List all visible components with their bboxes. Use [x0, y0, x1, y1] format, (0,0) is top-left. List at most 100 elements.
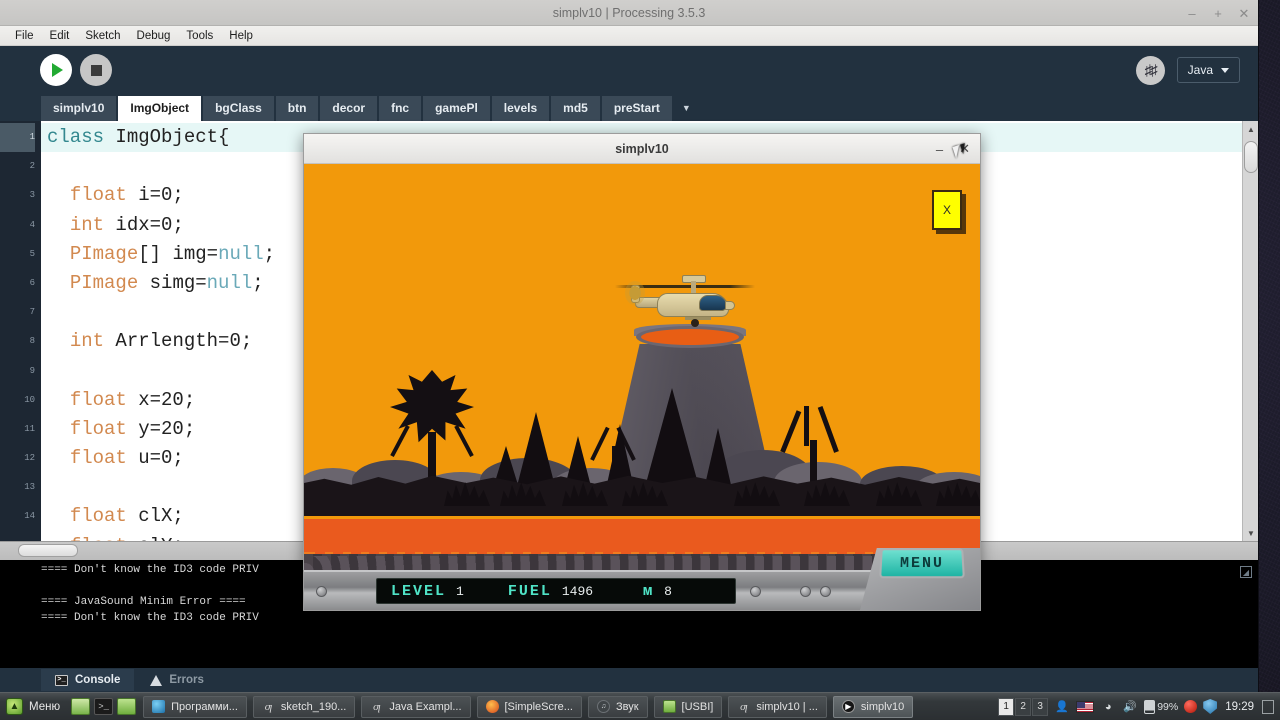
taskbar-item-label: Java Exampl... [389, 700, 462, 713]
terminal-icon[interactable]: >_ [94, 698, 114, 715]
taskbar-item-simplescreen[interactable]: [SimpleScre... [476, 695, 582, 718]
canvas-close-button[interactable]: X [932, 190, 962, 230]
stop-button[interactable] [80, 54, 112, 86]
tab-bgclass[interactable]: bgClass [203, 96, 274, 121]
minimize-icon[interactable]: – [1186, 7, 1198, 20]
taskbar-item-programs[interactable]: Программи... [143, 695, 247, 718]
taskbar-item-label: Звук [615, 700, 639, 713]
taskbar-item-label: simplv10 | ... [756, 700, 818, 713]
ide-title-bar[interactable]: simplv10 | Processing 3.5.3 – + ✕ [0, 0, 1258, 26]
code-token: class [47, 126, 116, 148]
record-icon[interactable] [1184, 700, 1198, 713]
landing-wheel [691, 319, 699, 327]
run-button[interactable] [40, 54, 72, 86]
debugger-icon[interactable]: ♯♯ [1135, 55, 1165, 85]
workspace-2[interactable]: 2 [1015, 697, 1032, 716]
menu-file[interactable]: File [8, 28, 41, 44]
console-tab-bar: >_ Console Errors [0, 668, 1258, 692]
line-number: 6 [29, 277, 35, 288]
vertical-scroll-thumb[interactable] [1244, 141, 1258, 173]
line-number: 4 [29, 219, 35, 230]
console-tab[interactable]: >_ Console [41, 669, 135, 691]
resize-grip-icon[interactable]: ◢ [1240, 566, 1252, 578]
workspace-1[interactable]: 1 [998, 697, 1015, 716]
scroll-up-icon[interactable]: ▲ [1243, 121, 1259, 137]
shield-icon[interactable] [1203, 699, 1218, 714]
taskbar-item-java-examples[interactable]: ƣ Java Exampl... [361, 695, 471, 718]
line-number: 10 [24, 394, 35, 405]
code-token: float [69, 184, 127, 207]
editor-vertical-scrollbar[interactable]: ▲ ▼ [1242, 121, 1258, 541]
tab-btn[interactable]: btn [275, 96, 319, 121]
user-icon[interactable]: 👤 [1054, 699, 1070, 715]
play-icon: ▶ [841, 700, 855, 713]
errors-tab[interactable]: Errors [136, 669, 218, 691]
code-token: clX; [126, 505, 184, 528]
clock[interactable]: 19:29 [1223, 701, 1256, 713]
tab-imgobject[interactable]: ImgObject [118, 96, 202, 121]
java-icon: ƣ [264, 700, 273, 713]
code-token: Arrlength=0; [104, 330, 253, 353]
folder-icon[interactable] [117, 698, 137, 715]
keyboard-layout-flag-icon[interactable] [1076, 700, 1095, 713]
java-icon: ƣ [373, 700, 381, 713]
volume-icon[interactable]: 🔊 [1122, 699, 1138, 715]
tab-md5[interactable]: md5 [551, 96, 600, 121]
mode-selector[interactable]: Java [1176, 57, 1240, 83]
tab-prestart[interactable]: preStart [601, 96, 672, 121]
menu-help[interactable]: Help [222, 28, 260, 44]
sketch-title-bar[interactable]: simplv10 – ✕ [304, 134, 980, 164]
tab-decor[interactable]: decor [320, 96, 378, 121]
menu-sketch[interactable]: Sketch [78, 28, 127, 44]
menu-edit[interactable]: Edit [43, 28, 77, 44]
game-canvas[interactable]: X LEVEL 1 FUEL 1496 ᴍ 8 MENU [304, 164, 980, 610]
line-number: 9 [29, 365, 35, 376]
tab-simplv10[interactable]: simplv10 [41, 96, 117, 121]
tab-overflow-button[interactable]: ▼ [673, 96, 699, 121]
code-token: i=0; [126, 184, 184, 207]
tail-rotor [625, 281, 645, 305]
files-icon[interactable] [71, 698, 91, 715]
menu-button[interactable]: MENU [879, 548, 965, 579]
code-token: float [69, 505, 127, 528]
horizontal-scroll-thumb[interactable] [18, 544, 78, 557]
app-icon [152, 700, 166, 713]
battery-percent: 99% [1157, 700, 1179, 713]
canvas-close-label: X [942, 203, 951, 217]
workspace-3[interactable]: 3 [1032, 697, 1049, 716]
sketch-window-title: simplv10 [615, 142, 669, 156]
usb-icon [662, 700, 676, 713]
level-value: 1 [456, 583, 464, 599]
ide-window-title: simplv10 | Processing 3.5.3 [552, 6, 706, 20]
taskbar-item-sketch190[interactable]: ƣ sketch_190... [252, 695, 356, 718]
code-token: idx=0; [104, 213, 184, 236]
menu-tools[interactable]: Tools [179, 28, 220, 44]
tab-levels[interactable]: levels [491, 96, 550, 121]
volcano-lava-pool [641, 329, 739, 345]
line-number: 1 [0, 123, 35, 153]
taskbar-item-simplv10-sketch[interactable]: ▶ simplv10 [832, 695, 914, 718]
tab-gamepl[interactable]: gamePl [423, 96, 490, 121]
line-number: 15 [0, 532, 35, 542]
start-menu-button[interactable]: ▲ Меню [2, 694, 68, 720]
maximize-icon[interactable]: + [1212, 7, 1224, 20]
battery-indicator[interactable]: 99% [1144, 699, 1179, 714]
tab-fnc[interactable]: fnc [379, 96, 422, 121]
wifi-icon[interactable]: ◕ [1100, 699, 1116, 715]
taskbar-item-simplv10-ide[interactable]: ƣ simplv10 | ... [728, 695, 827, 718]
close-icon[interactable]: ✕ [1238, 7, 1250, 20]
show-desktop-icon[interactable] [1262, 699, 1274, 714]
sketch-minimize-icon[interactable]: – [936, 142, 943, 157]
code-token: x=20; [126, 388, 196, 411]
code-token: float [69, 417, 127, 440]
taskbar-item-sound[interactable]: ♫ Звук [587, 695, 648, 718]
scroll-down-icon[interactable]: ▼ [1243, 525, 1259, 541]
menu-debug[interactable]: Debug [130, 28, 178, 44]
taskbar-item-usb[interactable]: [USBI] [653, 695, 723, 718]
